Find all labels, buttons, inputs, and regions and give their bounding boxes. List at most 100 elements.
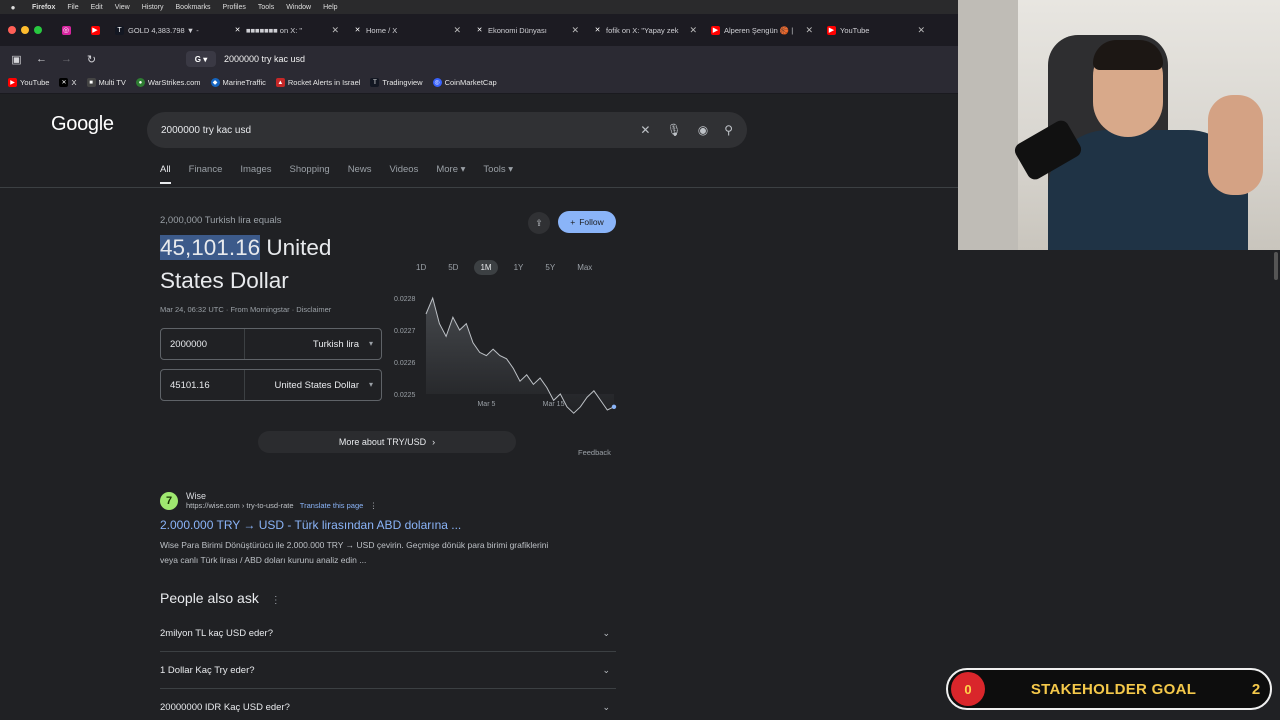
range-5d[interactable]: 5D [442, 260, 464, 275]
to-currency-select[interactable]: United States Dollar [245, 380, 381, 391]
tab-youtube[interactable]: ▶ YouTube ✕ [820, 16, 932, 44]
forward-button[interactable]: → [54, 53, 79, 65]
conversion-equals-text: 2,000,000 Turkish lira equals [160, 215, 282, 226]
close-tab-icon[interactable]: ✕ [331, 25, 339, 36]
bookmark-tradingview[interactable]: T Tradingview [370, 78, 423, 87]
tab-fofik[interactable]: ✕ fofik on X: "Yapay zek ✕ [586, 16, 704, 44]
youtube-icon: ▶ [711, 25, 720, 35]
paa-title-text: People also ask [160, 590, 259, 606]
from-amount-input[interactable]: 2000000 [161, 329, 245, 359]
range-max[interactable]: Max [571, 260, 598, 275]
presenter-hand [1208, 95, 1263, 195]
search-box[interactable]: 2000000 try kac usd ✕ 🎙 ◉ ⚲ [147, 112, 747, 148]
tab-all[interactable]: All [160, 164, 171, 184]
minimize-window-button[interactable] [21, 26, 29, 34]
bookmark-label: X [71, 78, 77, 87]
paa-question-text: 1 Dollar Kaç Try eder? [160, 664, 255, 676]
url-bar[interactable]: G ▾ 2000000 try kac usd [186, 49, 946, 69]
scrollbar[interactable] [1274, 252, 1278, 280]
close-tab-icon[interactable]: ✕ [689, 25, 697, 36]
share-icon[interactable]: ⇪ [528, 212, 550, 234]
zoom-window-button[interactable] [34, 26, 42, 34]
tab-alperen[interactable]: ▶ Alperen Şengün 🏀 | ✕ [704, 16, 820, 44]
paa-question[interactable]: 1 Dollar Kaç Try eder? ⌄ [160, 652, 616, 689]
to-amount-input[interactable]: 45101.16 [161, 370, 245, 400]
result-url[interactable]: https://wise.com › try-to-usd-rate Trans… [186, 501, 377, 510]
menu-window[interactable]: Window [280, 4, 317, 11]
feedback-link[interactable]: Feedback [578, 448, 611, 457]
tab-finance[interactable]: Finance [189, 164, 223, 184]
clear-icon[interactable]: ✕ [640, 123, 650, 137]
tab-news[interactable]: News [348, 164, 372, 184]
more-about-button[interactable]: More about TRY/USD › [258, 431, 516, 453]
range-5y[interactable]: 5Y [539, 260, 561, 275]
follow-button[interactable]: + Follow [558, 211, 616, 233]
tab-title: YouTube [840, 25, 870, 35]
bookmark-rocket-alerts[interactable]: ▲ Rocket Alerts in Israel [275, 78, 360, 87]
menu-file[interactable]: File [61, 4, 84, 11]
close-tab-icon[interactable]: ✕ [571, 25, 579, 36]
translate-link[interactable]: Translate this page [300, 501, 364, 510]
exchange-rate-chart[interactable]: 0.0228 0.0227 0.0226 0.0225 Mar 5 Mar 15 [390, 290, 620, 414]
range-1y[interactable]: 1Y [508, 260, 530, 275]
bookmark-coinmarketcap[interactable]: ◎ CoinMarketCap [432, 78, 497, 87]
range-1m[interactable]: 1M [474, 260, 498, 275]
close-window-button[interactable] [8, 26, 16, 34]
menu-bookmarks[interactable]: Bookmarks [170, 4, 217, 11]
sidebar-icon[interactable]: ▣ [4, 53, 29, 66]
bookmark-warstrikes[interactable]: ● WarStrikes.com [135, 78, 201, 87]
more-options-icon[interactable]: ⋮ [271, 595, 281, 606]
menu-tools[interactable]: Tools [252, 4, 280, 11]
from-currency-select[interactable]: Turkish lira [245, 339, 381, 350]
bookmark-multitv[interactable]: ■ Multi TV [86, 78, 126, 87]
search-nav-tabs: All Finance Images Shopping News Videos … [160, 164, 513, 184]
close-tab-icon[interactable]: ✕ [917, 25, 925, 36]
menu-history[interactable]: History [136, 4, 170, 11]
tradingview-icon: T [115, 25, 124, 35]
tab-tradingview[interactable]: T GOLD 4,383.798 ▼ - [108, 16, 226, 44]
google-logo[interactable]: Google [51, 113, 114, 136]
chart-area-fill [426, 298, 614, 414]
search-input[interactable]: 2000000 try kac usd [161, 125, 640, 136]
paa-question[interactable]: 2milyon TL kaç USD eder? ⌄ [160, 615, 616, 652]
more-options-icon[interactable]: ⋮ [370, 501, 378, 510]
url-text[interactable]: 2000000 try kac usd [224, 54, 305, 64]
y-tick-label: 0.0228 [394, 296, 416, 303]
paa-question[interactable]: 20000000 IDR Kaç USD eder? ⌄ [160, 689, 616, 720]
result-site-name[interactable]: Wise [186, 491, 377, 501]
menu-app[interactable]: Firefox [26, 4, 61, 11]
tab-x-post[interactable]: ✕ ■■■■■■■ on X: " ✕ [226, 16, 346, 44]
bookmark-youtube[interactable]: ▶ YouTube [8, 78, 49, 87]
tab-ekonomi[interactable]: ✕ Ekonomi Dünyası ✕ [468, 16, 586, 44]
tab-tools[interactable]: Tools ▾ [483, 164, 513, 184]
close-tab-icon[interactable]: ✕ [453, 25, 461, 36]
tab-pinned-youtube[interactable]: ▶ [82, 16, 108, 44]
tab-shopping[interactable]: Shopping [290, 164, 330, 184]
snippet-line-2: veya canlı Türk lirası / ABD doları kuru… [160, 555, 367, 565]
result-title-link[interactable]: 2.000.000 TRY → USD - Türk lirasından AB… [160, 518, 620, 532]
wise-logo-icon: 7 [160, 491, 178, 510]
chevron-right-icon: › [432, 437, 436, 447]
tab-videos[interactable]: Videos [389, 164, 418, 184]
tab-pinned-instagram[interactable]: ◎ [50, 16, 82, 44]
search-icon[interactable]: ⚲ [724, 123, 733, 137]
bookmark-marinetraffic[interactable]: ◆ MarineTraffic [210, 78, 266, 87]
range-1d[interactable]: 1D [410, 260, 432, 275]
menu-profiles[interactable]: Profiles [217, 4, 252, 11]
apple-icon[interactable]: ● [0, 3, 26, 12]
tab-more[interactable]: More ▾ [436, 164, 465, 184]
lens-icon[interactable]: ◉ [698, 123, 708, 137]
microphone-icon[interactable]: 🎙 [666, 123, 681, 137]
reload-button[interactable]: ↻ [79, 53, 104, 66]
google-search-icon[interactable]: G ▾ [186, 51, 216, 67]
rate-meta[interactable]: Mar 24, 06:32 UTC · From Morningstar · D… [160, 305, 331, 314]
bookmark-x[interactable]: ✕ X [59, 78, 77, 87]
tab-images[interactable]: Images [240, 164, 271, 184]
tab-strip: ◎ ▶ T GOLD 4,383.798 ▼ - ✕ ■■■■■■■ on X:… [0, 14, 958, 46]
menu-help[interactable]: Help [317, 4, 343, 11]
tab-x-home[interactable]: ✕ Home / X ✕ [346, 16, 468, 44]
back-button[interactable]: ← [29, 53, 54, 65]
close-tab-icon[interactable]: ✕ [805, 25, 813, 36]
menu-view[interactable]: View [109, 4, 136, 11]
menu-edit[interactable]: Edit [85, 4, 109, 11]
